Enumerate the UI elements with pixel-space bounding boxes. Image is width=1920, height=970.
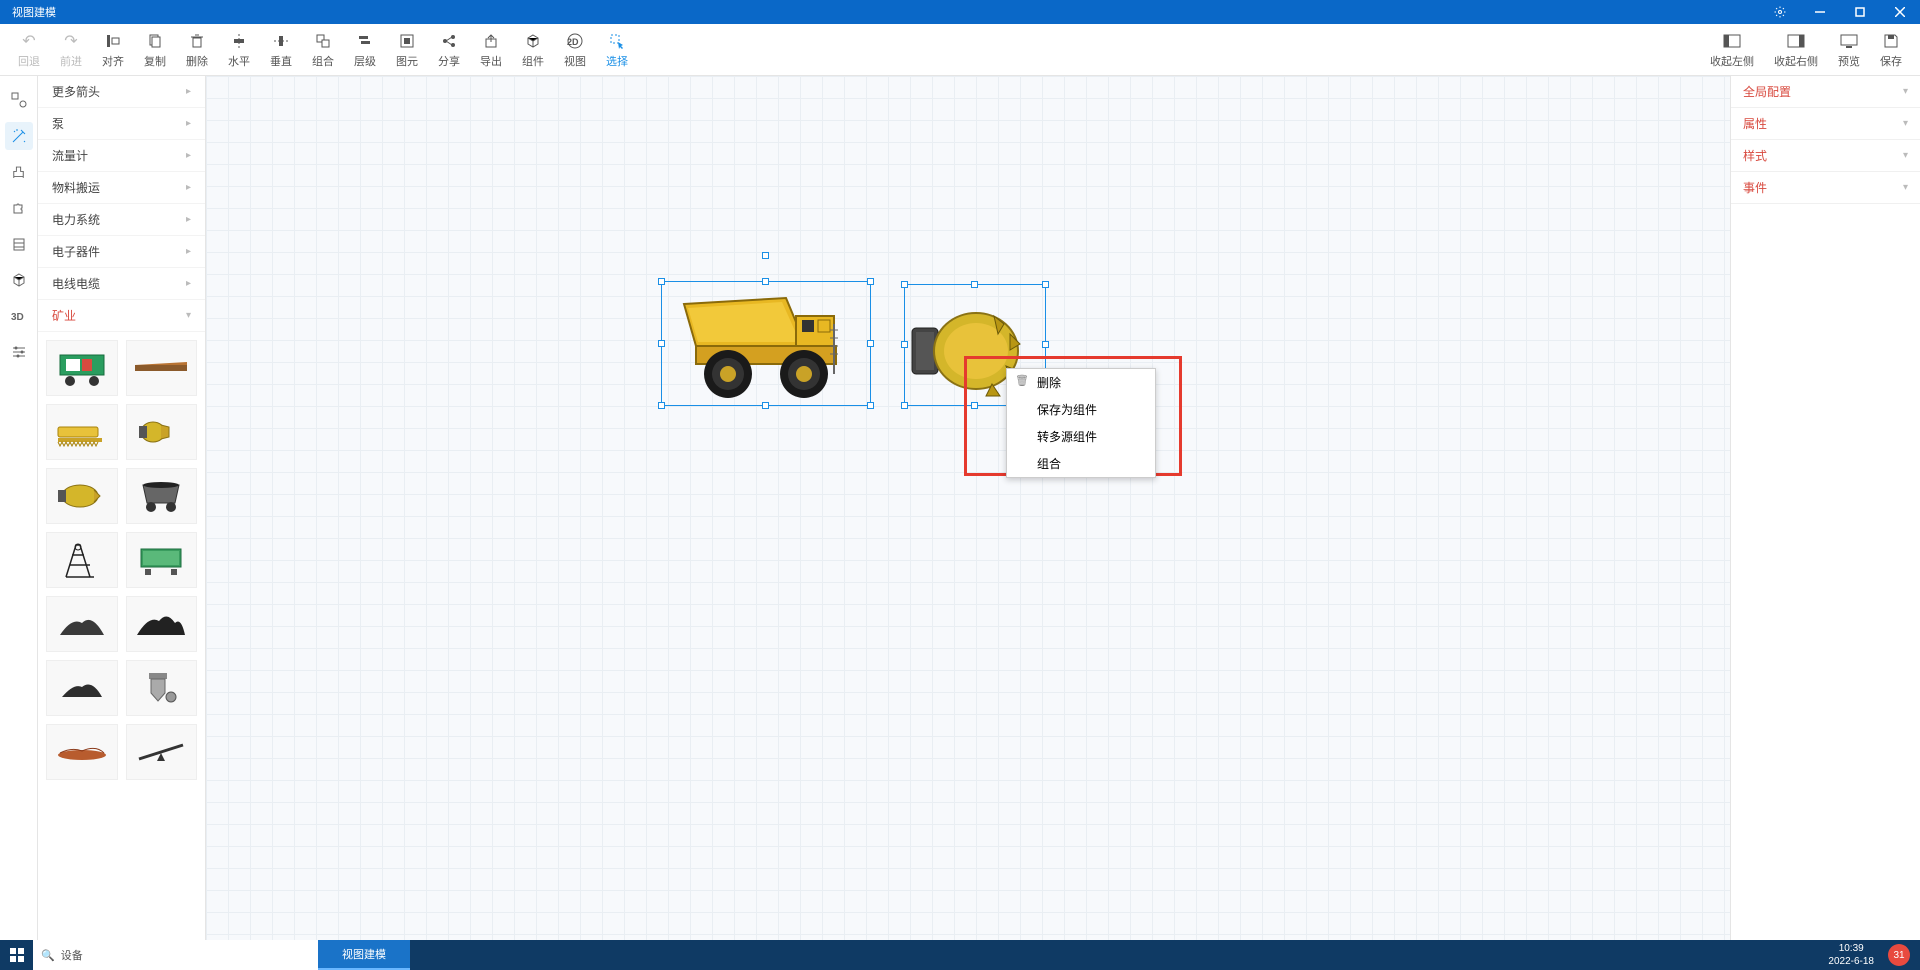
undo-button[interactable]: ↶回退: [8, 29, 50, 71]
panel-section-global[interactable]: 全局配置▾: [1731, 76, 1920, 108]
chevron-down-icon: ▾: [1903, 86, 1908, 97]
taskbar-search[interactable]: 🔍 设备: [33, 940, 318, 970]
search-icon: 🔍: [41, 949, 55, 962]
rail-3d-icon[interactable]: 3D: [5, 302, 33, 330]
shape-drill-bit-b[interactable]: [46, 468, 118, 524]
selection-box-truck: [661, 281, 871, 406]
panel-section-events[interactable]: 事件▾: [1731, 172, 1920, 204]
taskbar-clock[interactable]: 10:39 2022-6-18: [1818, 940, 1884, 970]
shape-crusher[interactable]: [126, 532, 198, 588]
sidebar-item-pump[interactable]: 泵▸: [38, 108, 205, 140]
shape-drill-long[interactable]: [46, 404, 118, 460]
shape-machine-green[interactable]: [46, 340, 118, 396]
context-menu-combine[interactable]: 组合: [1007, 450, 1155, 477]
chevron-right-icon: ▸: [186, 182, 191, 193]
search-text: 设备: [61, 947, 83, 963]
start-button[interactable]: [0, 940, 33, 970]
sidebar-item-power[interactable]: 电力系统▸: [38, 204, 205, 236]
minimize-icon[interactable]: [1800, 0, 1840, 24]
rail-building-icon[interactable]: [5, 230, 33, 258]
chevron-down-icon: ▾: [1903, 182, 1908, 193]
taskbar-app[interactable]: 视图建模: [318, 940, 410, 970]
shape-processing[interactable]: [126, 660, 198, 716]
view-button[interactable]: 2D视图: [554, 29, 596, 71]
canvas[interactable]: 🗑删除 保存为组件 转多源组件 组合: [206, 76, 1730, 940]
chevron-right-icon: ▸: [186, 214, 191, 225]
align-button[interactable]: 对齐: [92, 29, 134, 71]
svg-text:凸: 凸: [12, 165, 25, 180]
shape-mine-cart[interactable]: [126, 468, 198, 524]
shape-pile-darker[interactable]: [126, 596, 198, 652]
layer-button[interactable]: 层级: [344, 29, 386, 71]
context-menu-convert[interactable]: 转多源组件: [1007, 423, 1155, 450]
shape-headframe[interactable]: [46, 532, 118, 588]
rail-cube-icon[interactable]: [5, 266, 33, 294]
chevron-right-icon: ▸: [186, 278, 191, 289]
chevron-right-icon: ▸: [186, 246, 191, 257]
chevron-down-icon: ▾: [1903, 150, 1908, 161]
copy-button[interactable]: 复制: [134, 29, 176, 71]
chevron-down-icon: ▾: [1903, 118, 1908, 129]
svg-text:3D: 3D: [11, 312, 24, 323]
panel-section-properties[interactable]: 属性▾: [1731, 108, 1920, 140]
collapse-right-button[interactable]: 收起右侧: [1764, 29, 1828, 71]
titlebar: 视图建模: [0, 0, 1920, 24]
shape-pile-small[interactable]: [46, 660, 118, 716]
shape-palette: [38, 332, 205, 788]
preview-button[interactable]: 预览: [1828, 29, 1870, 71]
rail-shapes-icon[interactable]: [5, 86, 33, 114]
component-button[interactable]: 组件: [512, 29, 554, 71]
chevron-down-icon: ▾: [186, 310, 191, 321]
shape-log[interactable]: [46, 724, 118, 780]
left-rail: 凸 3D: [0, 76, 38, 940]
rail-settings-icon[interactable]: [5, 338, 33, 366]
sidebar-item-cable[interactable]: 电线电缆▸: [38, 268, 205, 300]
notification-badge[interactable]: 31: [1888, 944, 1910, 966]
sidebar-item-mining[interactable]: 矿业▾: [38, 300, 205, 332]
horizontal-button[interactable]: 水平: [218, 29, 260, 71]
shape-seesaw[interactable]: [126, 724, 198, 780]
context-menu: 🗑删除 保存为组件 转多源组件 组合: [1006, 368, 1156, 478]
export-button[interactable]: 导出: [470, 29, 512, 71]
redo-button[interactable]: ↷前进: [50, 29, 92, 71]
chevron-right-icon: ▸: [186, 118, 191, 129]
shape-pile-dark[interactable]: [46, 596, 118, 652]
chevron-right-icon: ▸: [186, 150, 191, 161]
panel-section-style[interactable]: 样式▾: [1731, 140, 1920, 172]
sidebar-item-arrows[interactable]: 更多箭头▸: [38, 76, 205, 108]
close-icon[interactable]: [1880, 0, 1920, 24]
context-menu-save-component[interactable]: 保存为组件: [1007, 396, 1155, 423]
delete-button[interactable]: 删除: [176, 29, 218, 71]
sidebar-item-flowmeter[interactable]: 流量计▸: [38, 140, 205, 172]
sidebar-item-electronics[interactable]: 电子器件▸: [38, 236, 205, 268]
vertical-button[interactable]: 垂直: [260, 29, 302, 71]
taskbar: 🔍 设备 视图建模 10:39 2022-6-18 31: [0, 940, 1920, 970]
settings-icon[interactable]: [1760, 0, 1800, 24]
toolbar: ↶回退 ↷前进 对齐 复制 删除 水平 垂直 组合 层级 图元 分享 导出 组件…: [0, 24, 1920, 76]
right-panel: 全局配置▾ 属性▾ 样式▾ 事件▾: [1730, 76, 1920, 940]
chevron-right-icon: ▸: [186, 86, 191, 97]
shape-conveyor[interactable]: [126, 340, 198, 396]
rail-text-icon[interactable]: 凸: [5, 158, 33, 186]
save-button[interactable]: 保存: [1870, 29, 1912, 71]
select-button[interactable]: 选择: [596, 29, 638, 71]
shape-drill-bit-a[interactable]: [126, 404, 198, 460]
maximize-icon[interactable]: [1840, 0, 1880, 24]
main-area: 凸 3D 更多箭头▸ 泵▸ 流量计▸ 物料搬运▸ 电力系统▸ 电子器件▸ 电线电…: [0, 76, 1920, 940]
rail-magic-icon[interactable]: [5, 122, 33, 150]
sidebar: 更多箭头▸ 泵▸ 流量计▸ 物料搬运▸ 电力系统▸ 电子器件▸ 电线电缆▸ 矿业…: [38, 76, 206, 940]
element-button[interactable]: 图元: [386, 29, 428, 71]
app-title: 视图建模: [12, 4, 56, 20]
sidebar-item-material[interactable]: 物料搬运▸: [38, 172, 205, 204]
rail-puzzle-icon[interactable]: [5, 194, 33, 222]
trash-icon: 🗑: [1015, 374, 1029, 387]
share-button[interactable]: 分享: [428, 29, 470, 71]
group-button[interactable]: 组合: [302, 29, 344, 71]
context-menu-delete[interactable]: 🗑删除: [1007, 369, 1155, 396]
collapse-left-button[interactable]: 收起左侧: [1700, 29, 1764, 71]
